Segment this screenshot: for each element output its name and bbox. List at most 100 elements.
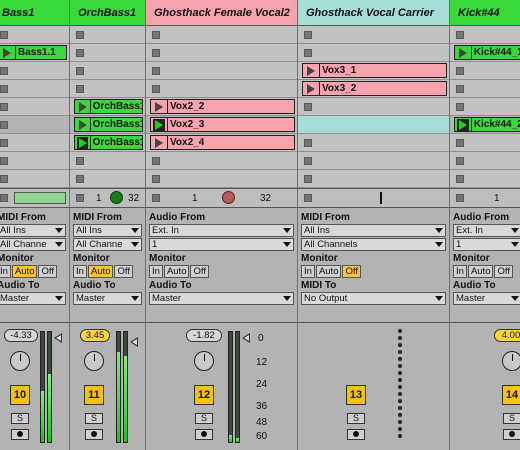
input-channel-select[interactable]: All Channe [0, 238, 66, 251]
slot-stop-icon[interactable] [76, 85, 84, 93]
track-activator[interactable]: 11 [84, 385, 104, 405]
clip-slot[interactable]: OrchBass1. [70, 98, 145, 116]
track-stop-icon[interactable] [152, 194, 160, 202]
clip[interactable]: Bass1.1 [0, 45, 67, 60]
slot-stop-icon[interactable] [0, 67, 8, 75]
track-activator[interactable]: 12 [194, 385, 214, 405]
clip-play-icon[interactable] [457, 47, 469, 59]
input-type-select[interactable]: Ext. In [149, 224, 294, 237]
clip[interactable]: OrchBass1. [74, 99, 143, 114]
solo-button[interactable]: S [347, 413, 365, 424]
clip-play-icon[interactable] [1, 47, 13, 59]
clip-slot[interactable] [146, 170, 297, 188]
input-type-select[interactable]: All Ins [73, 224, 142, 237]
volume-readout[interactable]: 3.45 [80, 329, 110, 342]
output-select[interactable]: Master [149, 292, 294, 305]
slot-stop-icon[interactable] [304, 31, 312, 39]
arm-icon[interactable] [503, 429, 520, 440]
clip-slot[interactable] [450, 170, 520, 188]
clip-slot[interactable]: OrchBass1. [70, 134, 145, 152]
output-select[interactable]: Master [453, 292, 520, 305]
volume-fader-icon[interactable] [242, 333, 250, 343]
clip[interactable]: Vox2_3 [150, 117, 295, 132]
slot-stop-icon[interactable] [76, 175, 84, 183]
slot-stop-icon[interactable] [76, 67, 84, 75]
slot-stop-icon[interactable] [456, 103, 464, 111]
monitor-auto-button[interactable]: Auto [315, 265, 342, 278]
volume-fader-icon[interactable] [130, 337, 138, 347]
clip-slot[interactable] [0, 170, 69, 188]
monitor-in-button[interactable]: In [0, 265, 11, 278]
clip-slot[interactable] [0, 26, 69, 44]
slot-stop-icon[interactable] [304, 157, 312, 165]
clip-slot[interactable] [298, 170, 449, 188]
track-activator[interactable]: 13 [346, 385, 366, 405]
slot-stop-icon[interactable] [152, 49, 160, 57]
monitor-in-button[interactable]: In [149, 265, 163, 278]
monitor-off-button[interactable]: Off [114, 265, 133, 278]
slot-stop-icon[interactable] [304, 49, 312, 57]
clip-slot[interactable]: Kick#44_1 [450, 44, 520, 62]
monitor-off-button[interactable]: Off [190, 265, 209, 278]
arm-icon[interactable] [347, 429, 365, 440]
clip-slot-selected[interactable] [298, 116, 449, 134]
solo-button[interactable]: S [85, 413, 103, 424]
clip-slot[interactable] [0, 116, 69, 134]
slot-stop-icon[interactable] [152, 85, 160, 93]
monitor-off-button[interactable]: Off [38, 265, 57, 278]
track-activator[interactable]: 14 [502, 385, 520, 405]
clip-slot[interactable]: Vox2_2 [146, 98, 297, 116]
clip-slot[interactable] [70, 152, 145, 170]
slot-stop-icon[interactable] [456, 31, 464, 39]
track-header[interactable]: Ghosthack Vocal Carrier [298, 0, 449, 26]
monitor-in-button[interactable]: In [301, 265, 315, 278]
slot-stop-icon[interactable] [0, 139, 8, 147]
slot-stop-icon[interactable] [304, 139, 312, 147]
input-channel-select[interactable]: 1 [453, 238, 520, 251]
input-channel-select[interactable]: 1 [149, 238, 294, 251]
clip[interactable]: Kick#44_2 [454, 117, 520, 132]
clip-slot[interactable] [450, 80, 520, 98]
slot-stop-icon[interactable] [456, 157, 464, 165]
pan-knob[interactable] [502, 351, 520, 371]
slot-stop-icon[interactable] [152, 31, 160, 39]
clip-slot[interactable] [298, 152, 449, 170]
clip-playing-icon[interactable] [77, 136, 88, 149]
track-header[interactable]: OrchBass1 [70, 0, 145, 26]
clip-slot[interactable] [450, 134, 520, 152]
slot-stop-icon[interactable] [152, 175, 160, 183]
monitor-auto-button[interactable]: Auto [163, 265, 190, 278]
volume-readout[interactable]: -1.82 [186, 329, 222, 342]
arm-icon[interactable] [195, 429, 213, 440]
clip-play-icon[interactable] [153, 137, 165, 149]
monitor-off-button[interactable]: Off [494, 265, 513, 278]
slot-stop-icon[interactable] [76, 157, 84, 165]
clip-slot[interactable] [70, 44, 145, 62]
slot-stop-icon[interactable] [456, 139, 464, 147]
clip-slot[interactable] [0, 134, 69, 152]
clip-slot[interactable] [0, 98, 69, 116]
track-header[interactable]: Ghosthack Female Vocal2 [146, 0, 297, 26]
track-stop-icon[interactable] [456, 194, 464, 202]
clip-slot[interactable] [450, 152, 520, 170]
monitor-in-button[interactable]: In [453, 265, 467, 278]
pan-knob[interactable] [194, 351, 214, 371]
slot-stop-icon[interactable] [0, 157, 8, 165]
output-select[interactable]: Master [0, 292, 66, 305]
monitor-auto-button[interactable]: Auto [467, 265, 494, 278]
solo-button[interactable]: S [503, 413, 520, 424]
clip-slot[interactable] [70, 170, 145, 188]
volume-readout[interactable]: 4.00 [494, 329, 520, 342]
clip-slot[interactable] [0, 62, 69, 80]
volume-fader-icon[interactable] [54, 333, 62, 343]
clip[interactable]: Vox3_1 [302, 63, 447, 78]
clip-slot[interactable] [298, 26, 449, 44]
arm-icon[interactable] [11, 429, 29, 440]
clip-slot[interactable] [0, 80, 69, 98]
track-header[interactable]: Kick#44 [450, 0, 520, 26]
slot-stop-icon[interactable] [152, 157, 160, 165]
slot-stop-icon[interactable] [0, 85, 8, 93]
output-select[interactable]: Master [73, 292, 142, 305]
clip-play-icon[interactable] [77, 101, 88, 113]
track-header[interactable]: Bass1 [0, 0, 69, 26]
